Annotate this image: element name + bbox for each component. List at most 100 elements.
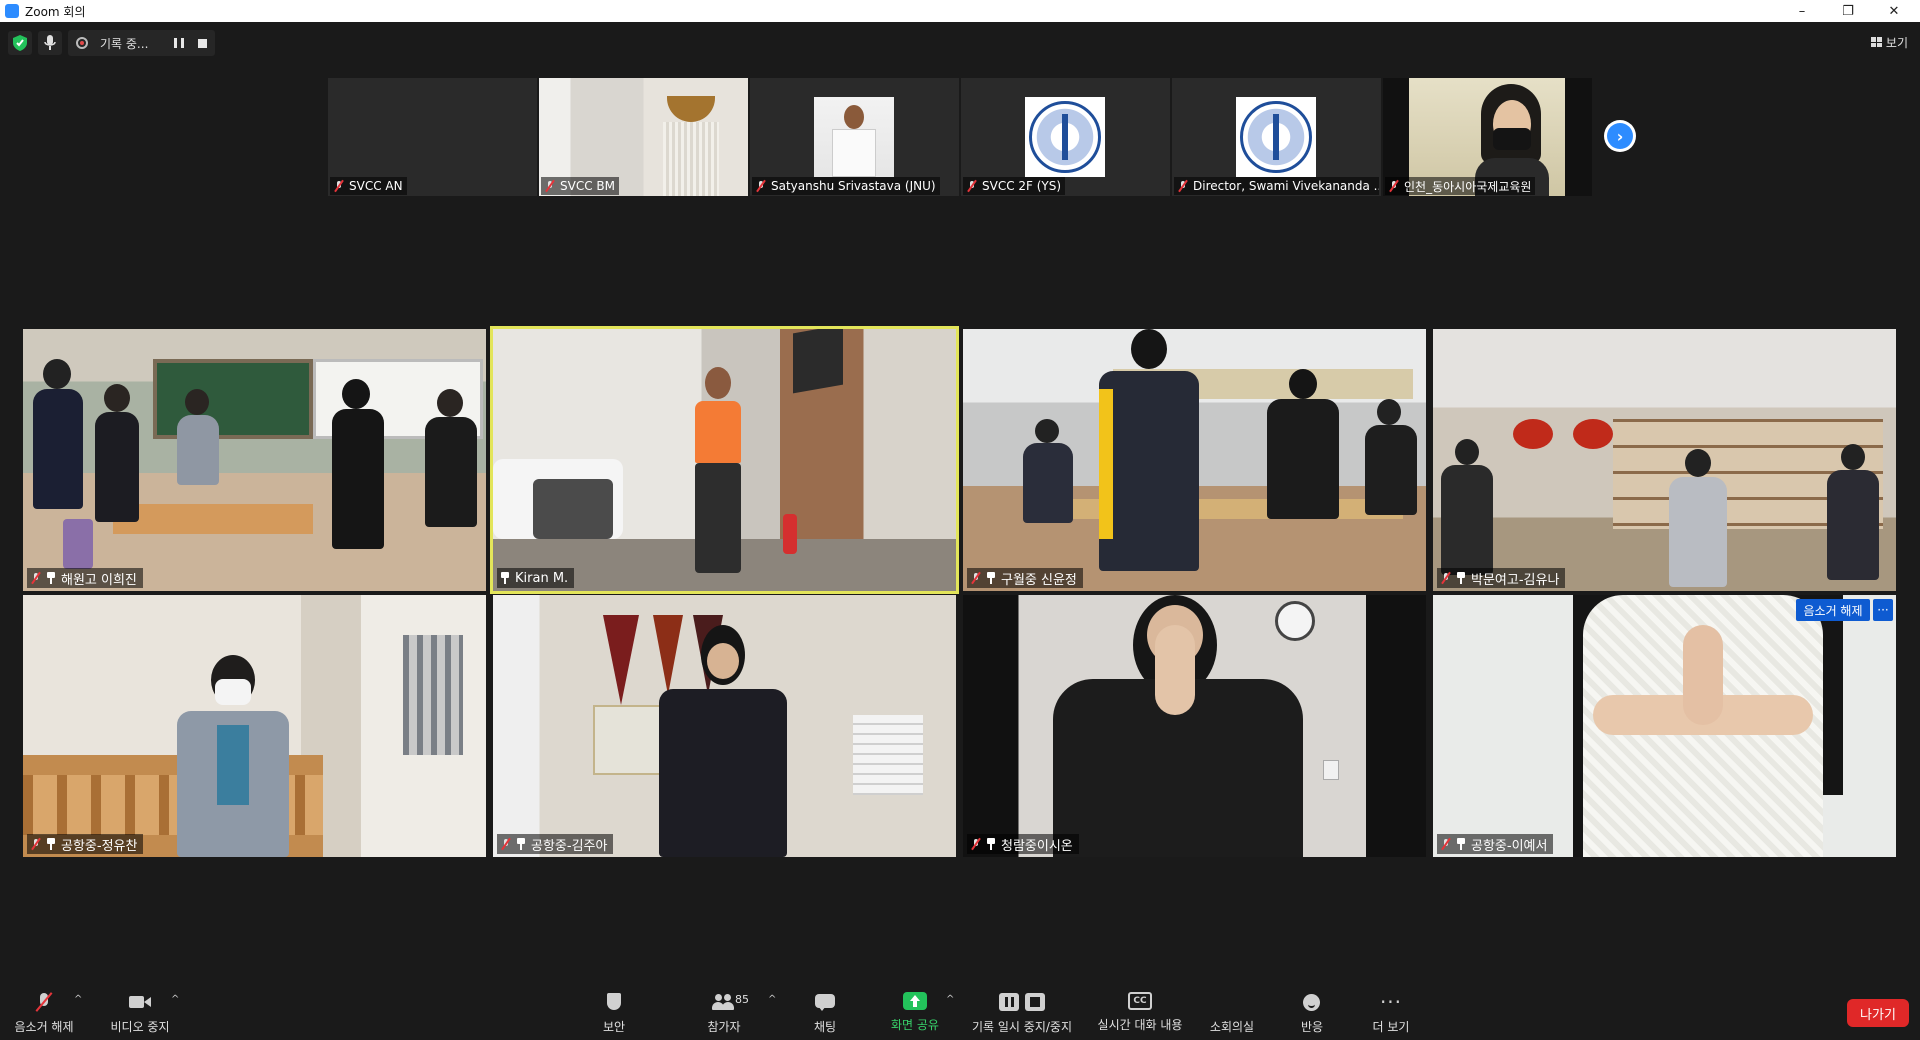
security-shield-icon[interactable] (8, 31, 32, 55)
muted-mic-icon (755, 180, 767, 192)
more-icon: ··· (1379, 990, 1403, 1014)
pin-icon (46, 838, 56, 850)
participant-name-label: Director, Swami Vivekananda ... (1174, 177, 1379, 195)
minimize-button[interactable]: – (1779, 0, 1825, 22)
participant-name-label: 공항중-정유찬 (27, 834, 144, 854)
pause-stop-recording-button[interactable]: 기록 일시 중지/중지 (964, 980, 1080, 1040)
video-feed (23, 595, 486, 857)
muted-mic-icon (1388, 180, 1400, 192)
muted-mic-icon (32, 992, 56, 1012)
reactions-icon (1300, 992, 1324, 1012)
next-page-button[interactable]: › (1604, 120, 1636, 152)
thumbnail-tile[interactable]: SVCC 2F (YS) (961, 78, 1170, 196)
chat-button[interactable]: 채팅 (801, 980, 849, 1040)
pin-icon (1456, 572, 1466, 584)
record-icon (76, 37, 88, 49)
recording-indicator: 기록 중... (68, 30, 216, 56)
video-tile[interactable]: 해원고 이희진 (23, 329, 486, 591)
pin-icon (46, 572, 56, 584)
thumbnail-tile[interactable]: Satyanshu Srivastava (JNU) (750, 78, 959, 196)
mic-icon[interactable] (38, 31, 62, 55)
video-tile[interactable]: 음소거 해제 ··· 공항중-이예서 (1433, 595, 1896, 857)
video-feed (1433, 329, 1896, 591)
breakout-rooms-button[interactable]: 소회의실 (1202, 980, 1262, 1040)
meeting-toolbar: 음소거 해제 ^ 비디오 중지 ^ 보안 참가자 85 ^ 채팅 화면 공유 ^… (0, 980, 1920, 1040)
participant-more-button[interactable]: ··· (1873, 599, 1893, 621)
participant-name-label: 청람중이시온 (967, 834, 1079, 854)
pin-icon (986, 572, 996, 584)
muted-mic-icon (333, 180, 345, 192)
view-label: 보기 (1885, 35, 1908, 50)
unmute-button[interactable]: 음소거 해제 (8, 980, 80, 1040)
grid-icon (1870, 37, 1882, 47)
share-screen-icon (903, 992, 927, 1010)
pin-icon (986, 838, 996, 850)
maximize-button[interactable]: ❐ (1825, 0, 1871, 22)
video-tile[interactable]: 공항중-정유찬 (23, 595, 486, 857)
share-screen-button[interactable]: 화면 공유 (880, 980, 950, 1040)
muted-mic-icon (30, 838, 42, 850)
muted-mic-icon (544, 180, 556, 192)
video-options-caret[interactable]: ^ (171, 994, 179, 1005)
pin-icon (516, 838, 526, 850)
participants-button[interactable]: 참가자 (694, 980, 754, 1040)
muted-mic-icon (1440, 572, 1452, 584)
shield-icon (602, 992, 626, 1012)
security-button[interactable]: 보안 (590, 980, 638, 1040)
pin-icon (500, 572, 510, 584)
muted-mic-icon (970, 572, 982, 584)
next-page-icon: › (1607, 123, 1633, 149)
participant-name-label: 공항중-김주아 (497, 834, 614, 854)
muted-mic-icon (500, 838, 512, 850)
close-button[interactable]: ✕ (1871, 0, 1917, 22)
thumbnail-tile[interactable]: SVCC AN (328, 78, 537, 196)
participant-name-label: 인천_동아시아국제교육원 (1385, 177, 1536, 195)
pause-icon[interactable] (174, 38, 185, 48)
video-tile-active-speaker[interactable]: Kiran M. (490, 326, 959, 594)
live-transcript-button[interactable]: CC 실시간 대화 내용 (1090, 980, 1190, 1040)
video-tile[interactable]: 박문여고-김유나 (1433, 329, 1896, 591)
participant-name-label: 구월중 신윤정 (967, 568, 1083, 588)
cc-icon: CC (1128, 992, 1152, 1010)
participant-name-label: SVCC 2F (YS) (963, 177, 1066, 195)
audio-options-caret[interactable]: ^ (74, 994, 82, 1005)
video-feed (493, 595, 956, 857)
recording-label: 기록 중... (100, 36, 149, 51)
video-feed (963, 595, 1426, 857)
stop-icon[interactable] (198, 38, 208, 48)
video-tile[interactable]: 구월중 신윤정 (963, 329, 1426, 591)
thumbnail-tile[interactable]: SVCC BM (539, 78, 748, 196)
participant-name-label: Kiran M. (497, 568, 575, 588)
thumbnail-tile[interactable]: 인천_동아시아국제교육원 (1383, 78, 1592, 196)
participant-name-label: 공항중-이예서 (1437, 834, 1554, 854)
video-tile[interactable]: 공항중-김주아 (493, 595, 956, 857)
video-feed (1433, 595, 1896, 857)
participants-options-caret[interactable]: ^ (768, 994, 776, 1005)
organization-emblem (1025, 97, 1105, 177)
leave-meeting-button[interactable]: 나가기 (1847, 999, 1909, 1027)
muted-mic-icon (1177, 180, 1189, 192)
participants-count: 85 (735, 993, 749, 1006)
muted-mic-icon (30, 572, 42, 584)
wall-decoration (667, 96, 715, 122)
share-options-caret[interactable]: ^ (946, 994, 954, 1005)
participant-name-label: SVCC AN (330, 177, 407, 195)
unmute-participant-button[interactable]: 음소거 해제 (1796, 599, 1870, 621)
video-icon (128, 992, 152, 1012)
reactions-button[interactable]: 반응 (1290, 980, 1334, 1040)
participants-icon (712, 992, 736, 1012)
video-tile[interactable]: 청람중이시온 (963, 595, 1426, 857)
more-button[interactable]: ··· 더 보기 (1364, 980, 1418, 1040)
video-feed (493, 329, 956, 591)
thumbnail-tile[interactable]: Director, Swami Vivekananda ... (1172, 78, 1381, 196)
recording-controls-icon (999, 992, 1045, 1012)
chat-icon (813, 992, 837, 1012)
participant-name-label: 박문여고-김유나 (1437, 568, 1566, 588)
video-feed (963, 329, 1426, 591)
wall-hanging (663, 122, 719, 196)
view-button[interactable]: 보기 (1870, 32, 1908, 52)
organization-emblem (1236, 97, 1316, 177)
stop-video-button[interactable]: 비디오 중지 (104, 980, 176, 1040)
participant-name-label: SVCC BM (541, 177, 619, 195)
pin-icon (1456, 838, 1466, 850)
